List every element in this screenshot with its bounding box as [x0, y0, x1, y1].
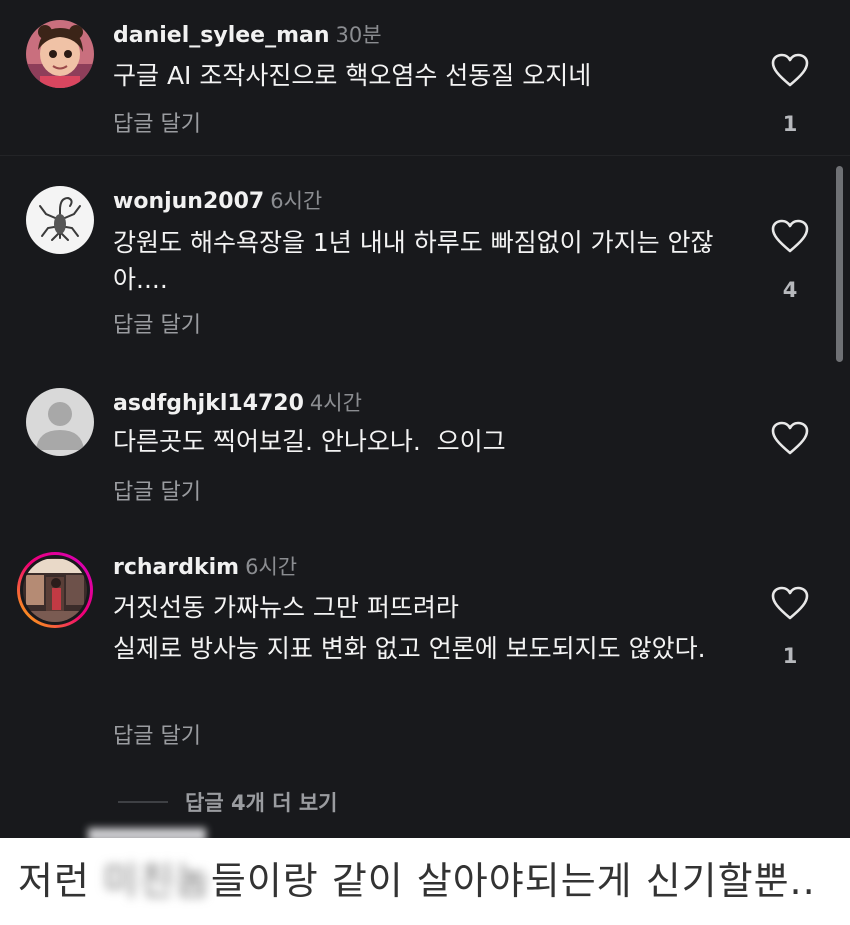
heart-icon[interactable] [770, 218, 810, 254]
comment-text-line: 실제로 방사능 지표 변화 없고 언론에 보도되지도 않았다. [113, 634, 706, 663]
view-more-replies-label: 답글 4개 더 보기 [185, 791, 338, 815]
like-count: 1 [782, 112, 798, 136]
reply-button[interactable]: 답글 달기 [113, 478, 201, 508]
divider-line [118, 801, 168, 803]
username[interactable]: rchardkim [113, 555, 239, 580]
comments-screen: daniel_sylee_man 30분 구글 AI 조작사진으로 핵오염수 선동… [0, 0, 850, 838]
scrollbar[interactable] [836, 166, 843, 362]
comment-text: 거짓선동 가짜뉴스 그만 퍼뜨려라 실제로 방사능 지표 변화 없고 언론에 보… [113, 589, 733, 667]
comment-text: 구글 AI 조작사진으로 핵오염수 선동질 오지네 [113, 61, 592, 90]
timestamp: 4시간 [309, 391, 362, 415]
comment-text: 다른곳도 찍어보길. 안나오나. 으이그 [113, 427, 506, 456]
comment-text: 강원도 해수욕장을 1년 내내 하루도 빠짐없이 가지는 안잖아.... [113, 228, 714, 294]
heart-icon[interactable] [770, 585, 810, 621]
username[interactable]: asdfghjkl14720 [113, 391, 304, 416]
like-count: 4 [782, 278, 798, 302]
username[interactable]: wonjun2007 [113, 189, 264, 214]
heart-icon[interactable] [770, 52, 810, 88]
default-user-icon[interactable] [26, 388, 94, 456]
comment-meta: wonjun2007 6시간 [113, 186, 322, 218]
caption-text: 저런 미친놈들이랑 같이 살아야되는게 신기할뿐.. [18, 858, 816, 904]
comment-text-line: 거짓선동 가짜뉴스 그만 퍼뜨려라 [113, 593, 459, 622]
timestamp: 6시간 [245, 555, 298, 579]
reply-button[interactable]: 답글 달기 [113, 110, 201, 140]
like-count: 1 [782, 644, 798, 668]
caption-before: 저런 [18, 859, 103, 903]
comment-meta: asdfghjkl14720 4시간 [113, 388, 362, 420]
story-avatar[interactable] [16, 551, 94, 629]
comment-meta: daniel_sylee_man 30분 [113, 20, 382, 52]
caption: 저런 미친놈들이랑 같이 살아야되는게 신기할뿐.. [0, 838, 850, 925]
username[interactable]: daniel_sylee_man [113, 23, 330, 48]
reply-button[interactable]: 답글 달기 [113, 722, 201, 752]
timestamp: 6시간 [270, 189, 323, 213]
heart-icon[interactable] [770, 420, 810, 456]
avatar[interactable] [26, 186, 94, 254]
divider [0, 155, 850, 156]
caption-after: 들이랑 같이 살아야되는게 신기할뿐.. [210, 859, 816, 903]
reply-button[interactable]: 답글 달기 [113, 311, 201, 341]
comment-meta: rchardkim 6시간 [113, 552, 297, 584]
timestamp: 30분 [335, 23, 382, 47]
avatar[interactable] [26, 20, 94, 88]
censored-word: 미친놈 [103, 859, 211, 903]
view-more-replies-button[interactable]: 답글 4개 더 보기 [118, 787, 337, 817]
